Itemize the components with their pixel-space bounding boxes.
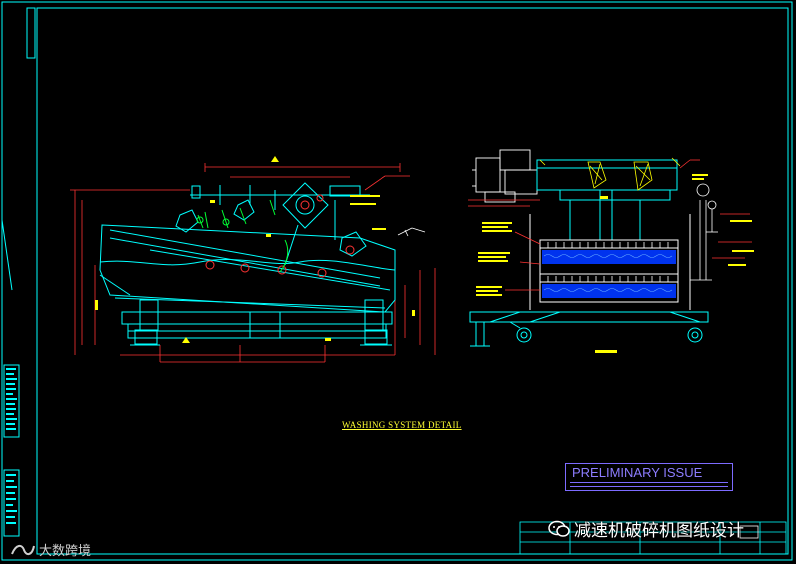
stamp-label: PRELIMINARY ISSUE bbox=[572, 465, 703, 480]
side-elevation-view bbox=[70, 156, 436, 363]
bolt-markers bbox=[205, 194, 355, 278]
brand-logo-icon bbox=[11, 544, 35, 555]
watermark-left: 大数跨境 bbox=[10, 540, 91, 559]
stamp-underline-1 bbox=[570, 482, 728, 483]
drawing-caption: WASHING SYSTEM DETAIL bbox=[342, 420, 462, 430]
side-piping bbox=[690, 183, 718, 281]
water-band-upper bbox=[542, 250, 676, 264]
dimension-lines-left bbox=[70, 163, 436, 363]
stamp-underline-2 bbox=[570, 486, 728, 487]
top-annotation-yellow bbox=[539, 157, 681, 167]
watermark-right: 减速机破碎机图纸设计 bbox=[548, 516, 744, 541]
dimension-lines-right bbox=[468, 159, 752, 291]
watermark-left-text: 大数跨境 bbox=[39, 544, 92, 559]
end-elevation-view bbox=[468, 149, 754, 353]
preliminary-issue-stamp: PRELIMINARY ISSUE bbox=[565, 463, 733, 491]
screen-body-outline bbox=[99, 182, 396, 346]
water-band-lower bbox=[542, 284, 676, 298]
drive-support bbox=[536, 159, 678, 241]
hatched-braces bbox=[587, 161, 653, 191]
drive-motor bbox=[472, 149, 538, 203]
watermark-right-text: 减速机破碎机图纸设计 bbox=[574, 521, 744, 541]
wechat-icon bbox=[548, 520, 570, 537]
small-pointer bbox=[397, 227, 426, 237]
annotation-markers-left bbox=[95, 156, 415, 343]
base-frame-end bbox=[469, 311, 709, 347]
left-title-strip bbox=[3, 364, 20, 537]
